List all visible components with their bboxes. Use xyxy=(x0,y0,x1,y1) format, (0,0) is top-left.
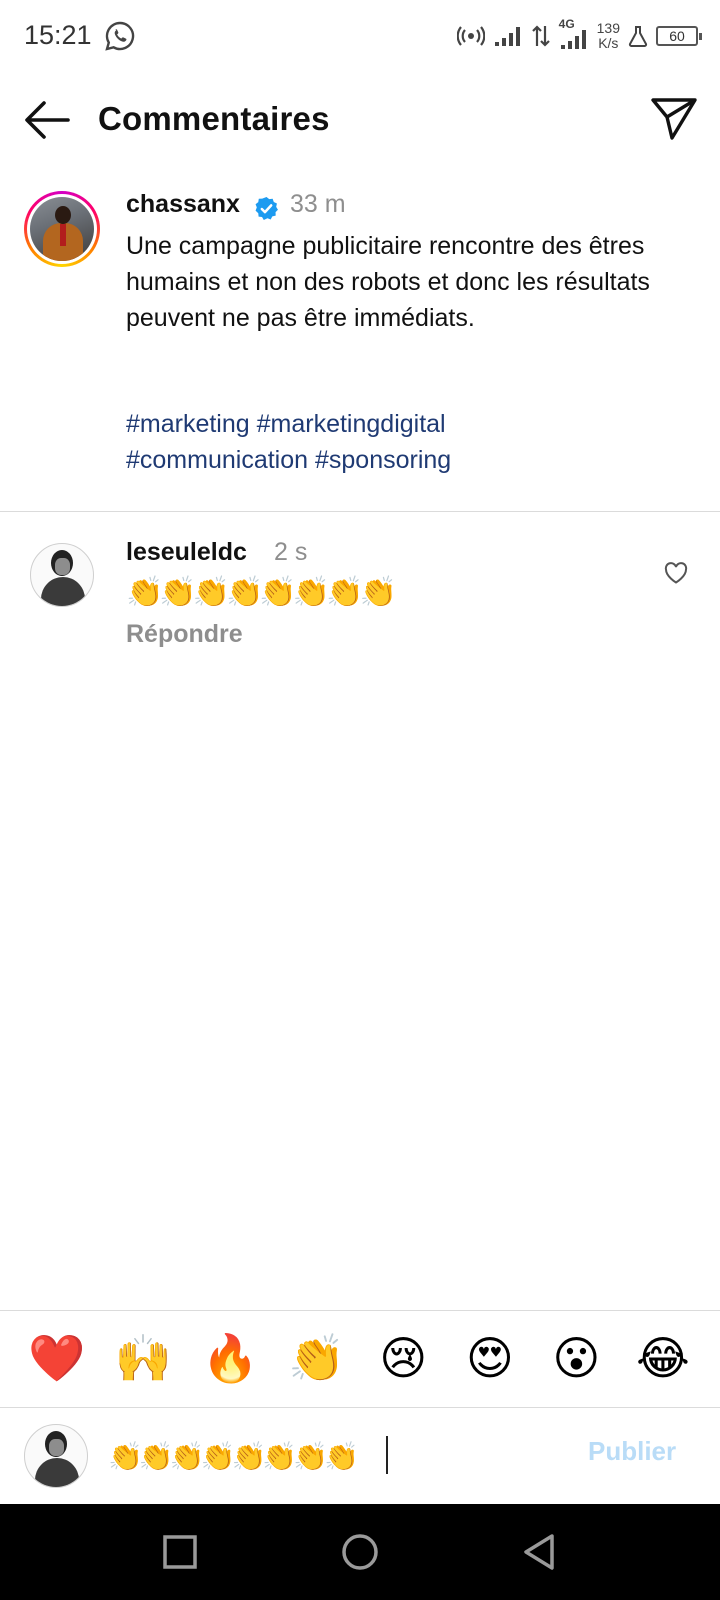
reaction-laughing[interactable]: 😂 xyxy=(632,1328,694,1390)
hotspot-icon xyxy=(456,26,485,46)
signal-icon xyxy=(494,27,520,46)
reaction-crying[interactable]: 😢 xyxy=(372,1328,434,1390)
data-transfer-icon xyxy=(531,25,550,47)
hashtag-link[interactable]: #marketing xyxy=(126,410,250,438)
caption-time: 33 m xyxy=(290,190,346,218)
back-icon[interactable] xyxy=(520,1532,560,1572)
comment-text: 👏👏👏👏👏👏👏👏 xyxy=(126,576,397,609)
system-nav-bar xyxy=(0,1504,720,1600)
paper-plane-icon[interactable] xyxy=(650,96,698,142)
hashtag-list: #marketing #marketingdigital #communicat… xyxy=(126,406,686,478)
status-icons: 4G 139 K/s 60 xyxy=(456,17,702,54)
author-avatar[interactable] xyxy=(24,191,100,267)
comment-item: leseuleldc 2 s 👏👏👏👏👏👏👏👏 Répondre xyxy=(0,530,720,660)
hashtag-link[interactable]: #sponsoring xyxy=(315,446,451,474)
comment-input[interactable] xyxy=(108,1432,548,1480)
header: Commentaires xyxy=(0,80,720,160)
speed-unit: K/s xyxy=(598,35,619,51)
status-bar: 15:21 4G 139 K/s 60 xyxy=(0,0,720,72)
caption-text: Une campagne publicitaire rencontre des … xyxy=(126,232,650,332)
reaction-surprised[interactable]: 😮 xyxy=(545,1328,607,1390)
comment-time: 2 s xyxy=(274,538,308,566)
page-title: Commentaires xyxy=(98,100,330,137)
status-time: 15:21 xyxy=(24,20,92,50)
reply-button[interactable]: Répondre xyxy=(126,620,243,649)
whatsapp-icon xyxy=(105,21,135,51)
recent-apps-icon[interactable] xyxy=(160,1532,200,1572)
speed-value: 139 xyxy=(596,20,620,36)
hashtag-link[interactable]: #marketingdigital xyxy=(257,410,446,438)
battery-level: 60 xyxy=(669,28,685,44)
home-icon[interactable] xyxy=(340,1532,380,1572)
divider xyxy=(0,511,720,512)
hashtag-link[interactable]: #communication xyxy=(126,446,308,474)
verified-badge-icon xyxy=(255,197,278,220)
commenter-username[interactable]: leseuleldc xyxy=(126,538,247,567)
reaction-clapping[interactable]: 👏 xyxy=(286,1328,348,1390)
battery-icon: 60 xyxy=(656,26,702,46)
my-avatar xyxy=(24,1424,88,1488)
publish-button[interactable]: Publier xyxy=(588,1436,676,1467)
reaction-raising-hands[interactable]: 🙌 xyxy=(113,1328,175,1390)
avatar-photo xyxy=(30,197,94,261)
heart-outline-icon[interactable] xyxy=(664,562,688,584)
arrow-left-icon[interactable] xyxy=(22,98,72,142)
commenter-avatar[interactable] xyxy=(30,543,94,607)
comment-composer: Publier xyxy=(0,1408,720,1504)
author-username[interactable]: chassanx xyxy=(126,190,240,219)
signal-4g-icon: 4G xyxy=(559,17,589,51)
reaction-heart[interactable]: ❤️ xyxy=(26,1328,88,1390)
lab-icon xyxy=(628,26,648,47)
reaction-heart-eyes[interactable]: 😍 xyxy=(459,1328,521,1390)
network-speed: 139 K/s xyxy=(597,21,620,51)
reaction-fire[interactable]: 🔥 xyxy=(199,1328,261,1390)
post-caption: chassanx 33 m Une campagne publicitaire … xyxy=(0,186,720,511)
text-caret xyxy=(386,1436,388,1474)
emoji-reaction-bar: ❤️ 🙌 🔥 👏 😢 😍 😮 😂 xyxy=(0,1311,720,1407)
